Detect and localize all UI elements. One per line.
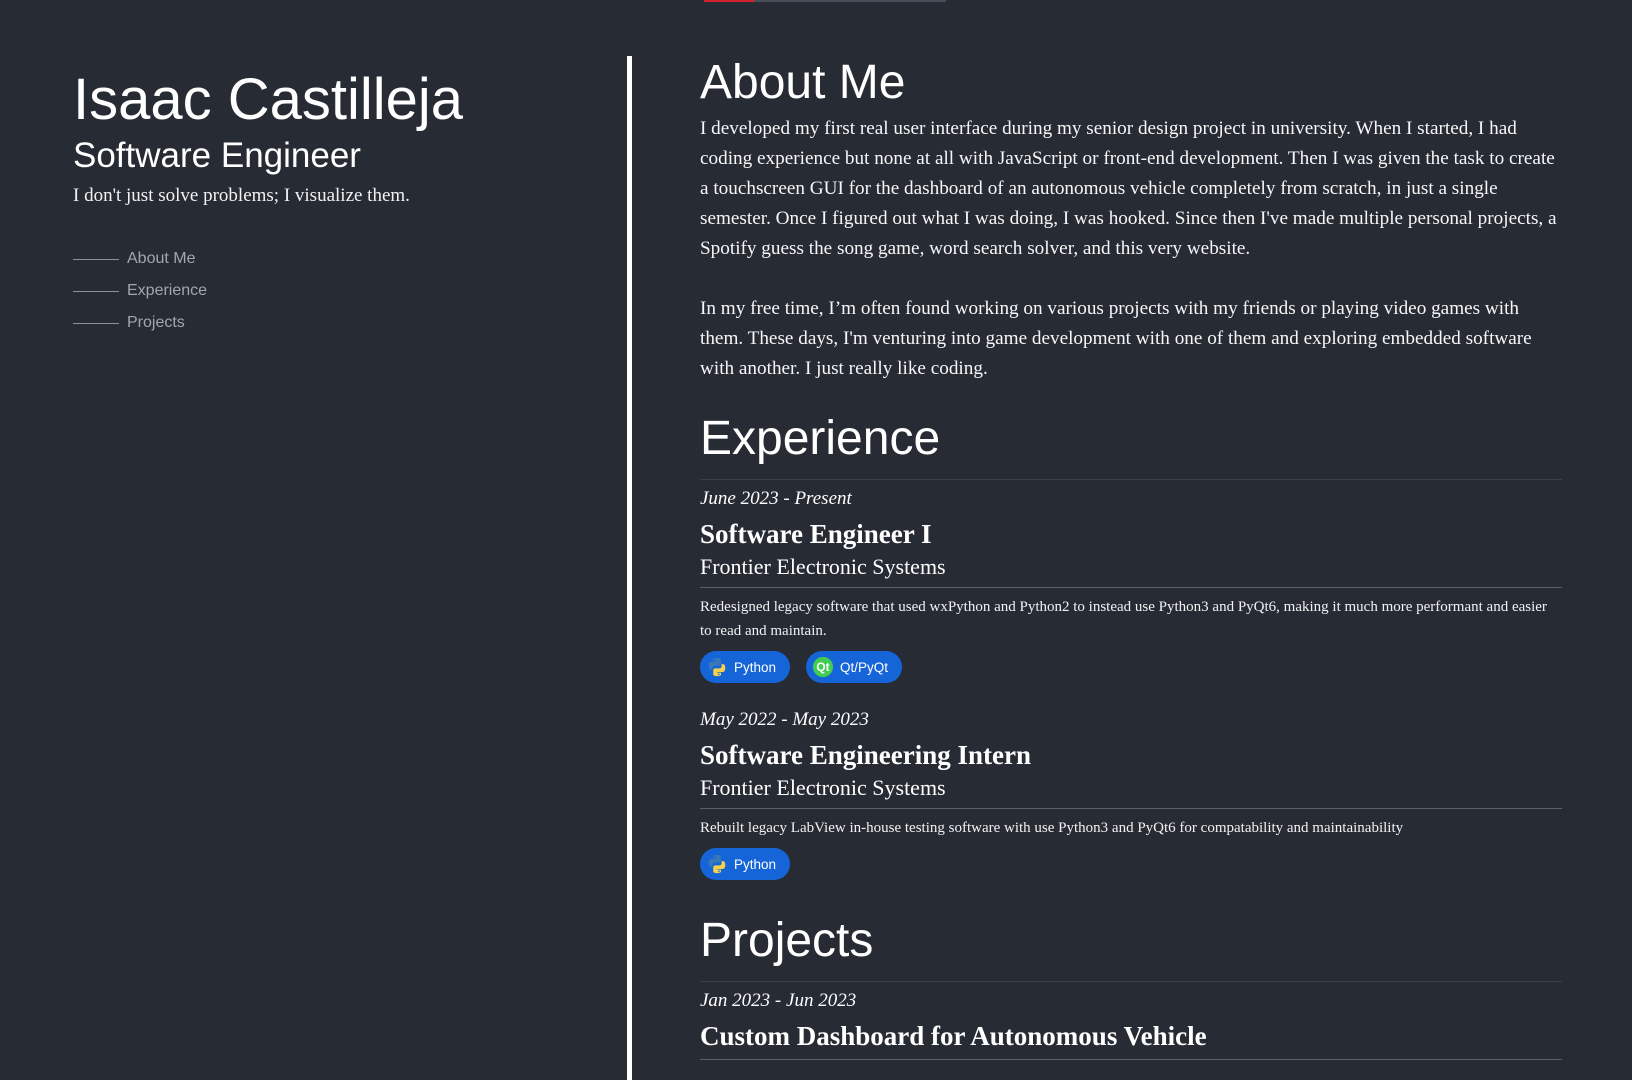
- job-description: Redesigned legacy software that used wxP…: [700, 599, 1547, 639]
- job-company: Frontier Electronic Systems: [700, 554, 946, 579]
- nav-item-label: About Me: [127, 250, 196, 267]
- project-title: Custom Dashboard for Autonomous Vehicle: [700, 1021, 1207, 1051]
- skill-badge-qt[interactable]: Qt Qt/PyQt: [806, 651, 903, 683]
- profile-panel: Isaac Castilleja Software Engineer I don…: [73, 66, 613, 339]
- main-content[interactable]: About Me I developed my first real user …: [700, 52, 1562, 1060]
- job-entry: June 2023 - Present Software Engineer I …: [700, 486, 1562, 683]
- skill-badge-label: Qt/PyQt: [840, 659, 889, 675]
- skill-badge-label: Python: [734, 856, 777, 872]
- job-description: Rebuilt legacy LabView in-house testing …: [700, 820, 1404, 836]
- about-section: About Me I developed my first real user …: [700, 52, 1562, 384]
- job-divider: [700, 587, 1562, 588]
- about-paragraph: I developed my first real user interface…: [700, 118, 1557, 259]
- python-icon: [708, 854, 726, 874]
- skill-badge-python[interactable]: Python: [700, 848, 791, 880]
- skill-badge-label: Python: [734, 659, 777, 675]
- job-divider: [700, 808, 1562, 809]
- experience-heading: Experience: [700, 412, 941, 465]
- project-divider: [700, 1059, 1562, 1060]
- nav-item-label: Experience: [127, 282, 208, 299]
- vertical-divider: [627, 56, 632, 1080]
- nav-indicator-line: [73, 258, 119, 260]
- nav-item-experience[interactable]: Experience: [73, 275, 613, 307]
- section-nav: About Me Experience Projects: [73, 243, 613, 339]
- project-date: Jan 2023 - Jun 2023: [700, 990, 857, 1011]
- projects-heading: Projects: [700, 914, 874, 967]
- job-title: Software Engineer I: [700, 519, 932, 549]
- nav-indicator-line: [73, 322, 119, 324]
- job-entry: May 2022 - May 2023 Software Engineering…: [700, 707, 1562, 880]
- nav-item-about-me[interactable]: About Me: [73, 243, 613, 275]
- job-title: Software Engineering Intern: [700, 740, 1031, 770]
- python-icon: [708, 657, 726, 677]
- section-divider: [700, 479, 1562, 480]
- skill-badges: Python Qt Qt/PyQt: [700, 651, 1562, 683]
- skill-badges: Python: [700, 848, 1562, 880]
- job-company: Frontier Electronic Systems: [700, 775, 946, 800]
- about-paragraph: In my free time, I’m often found working…: [700, 298, 1532, 379]
- top-progress-accent: [704, 0, 946, 2]
- projects-section: Projects Jan 2023 - Jun 2023 Custom Dash…: [700, 910, 1562, 1060]
- nav-item-label: Projects: [127, 314, 185, 331]
- project-entry: Jan 2023 - Jun 2023 Custom Dashboard for…: [700, 988, 1562, 1060]
- profile-name: Isaac Castilleja: [73, 67, 464, 132]
- nav-indicator-line: [73, 290, 119, 292]
- nav-item-projects[interactable]: Projects: [73, 307, 613, 339]
- job-date: June 2023 - Present: [700, 488, 852, 509]
- skill-badge-python[interactable]: Python: [700, 651, 791, 683]
- top-accent-red: [704, 0, 754, 2]
- svg-text:Qt: Qt: [816, 660, 829, 674]
- section-divider: [700, 981, 1562, 982]
- about-heading: About Me: [700, 56, 906, 109]
- experience-section: Experience June 2023 - Present Software …: [700, 408, 1562, 880]
- profile-tagline: I don't just solve problems; I visualize…: [73, 185, 410, 206]
- profile-role: Software Engineer: [73, 136, 361, 175]
- qt-icon: Qt: [812, 656, 834, 678]
- job-date: May 2022 - May 2023: [700, 709, 869, 730]
